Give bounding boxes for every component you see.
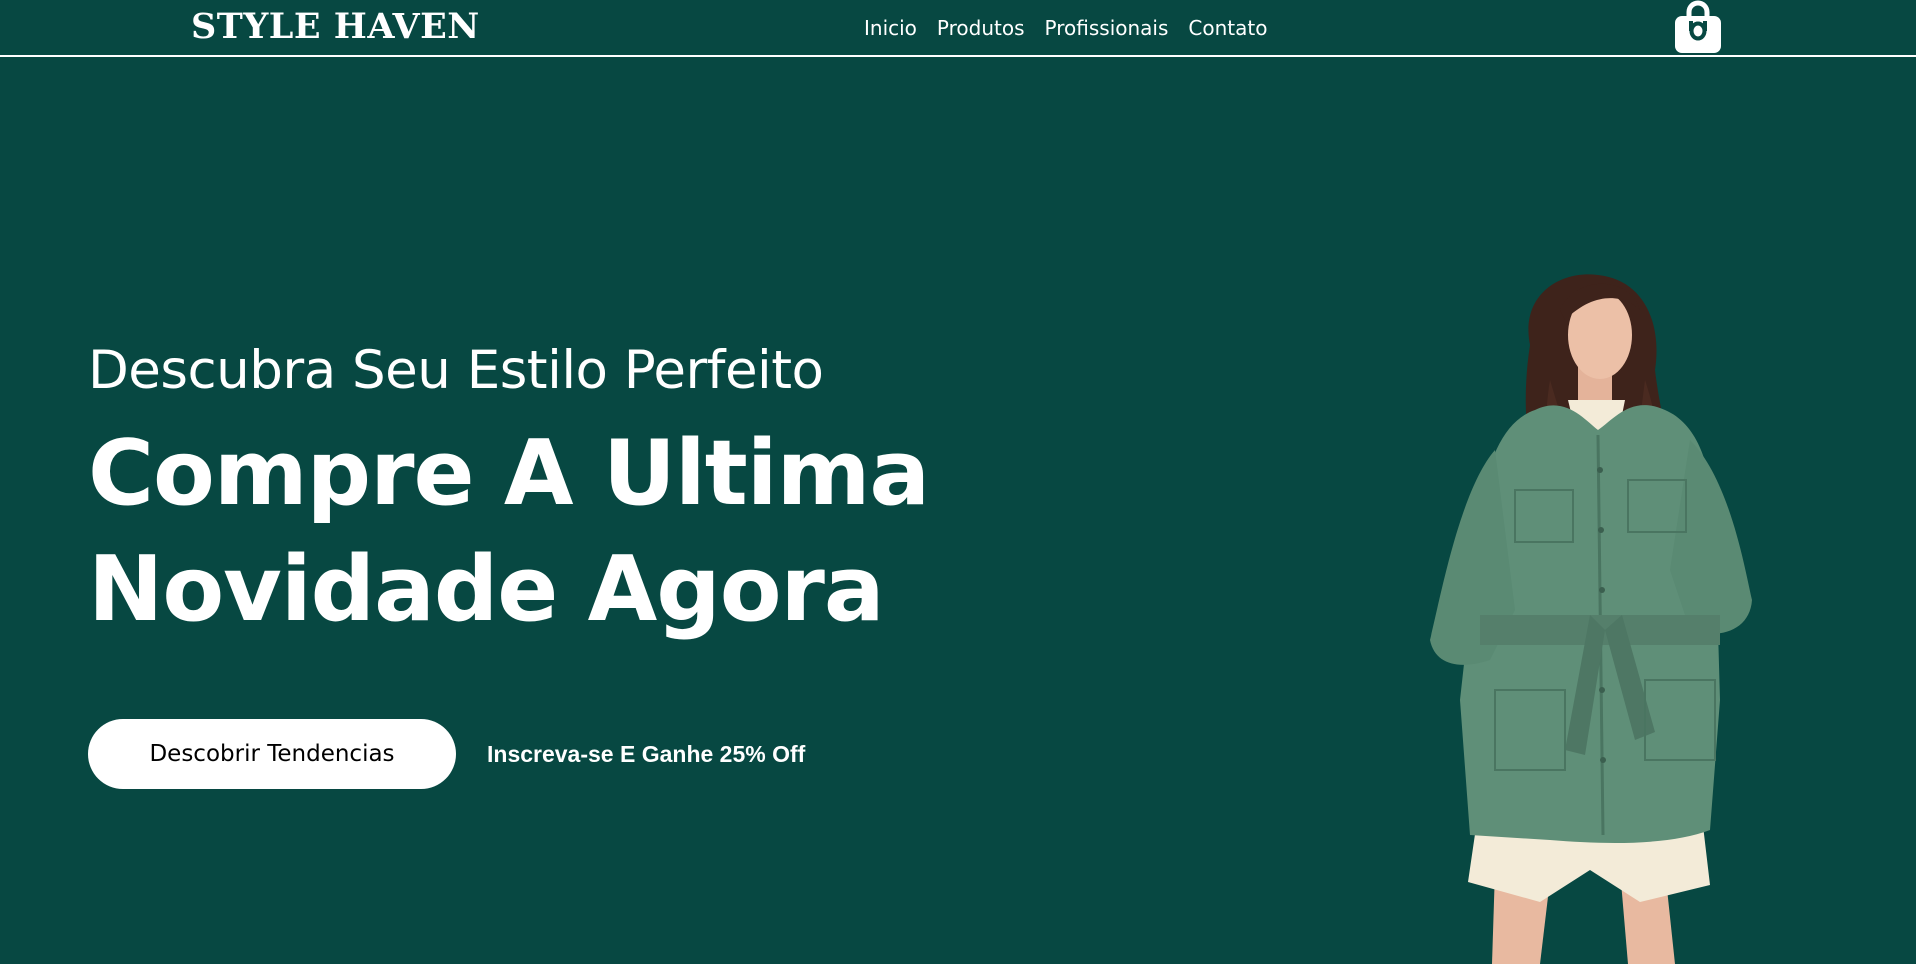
hero-subtitle: Descubra Seu Estilo Perfeito <box>88 340 824 401</box>
nav-link-inicio[interactable]: Inicio <box>864 14 917 42</box>
model-image <box>1430 274 1752 964</box>
hero-title: Compre A Ultima Novidade Agora <box>88 416 930 648</box>
main-nav: Inicio Produtos Profissionais Contato <box>864 14 1267 42</box>
hero-title-line-2: Novidade Agora <box>88 537 885 642</box>
cart-button[interactable] <box>1672 0 1724 55</box>
discover-trends-button[interactable]: Descobrir Tendencias <box>88 719 456 789</box>
brand-logo[interactable]: STYLE HAVEN <box>191 4 480 50</box>
nav-link-profissionais[interactable]: Profissionais <box>1045 14 1169 42</box>
top-navbar: STYLE HAVEN Inicio Produtos Profissionai… <box>0 0 1916 57</box>
nav-link-produtos[interactable]: Produtos <box>937 14 1025 42</box>
nav-link-contato[interactable]: Contato <box>1188 14 1267 42</box>
shopping-bag-icon <box>1675 0 1721 53</box>
promo-link[interactable]: Inscreva-se E Ganhe 25% Off <box>487 738 805 770</box>
hero-title-line-1: Compre A Ultima <box>88 421 930 526</box>
